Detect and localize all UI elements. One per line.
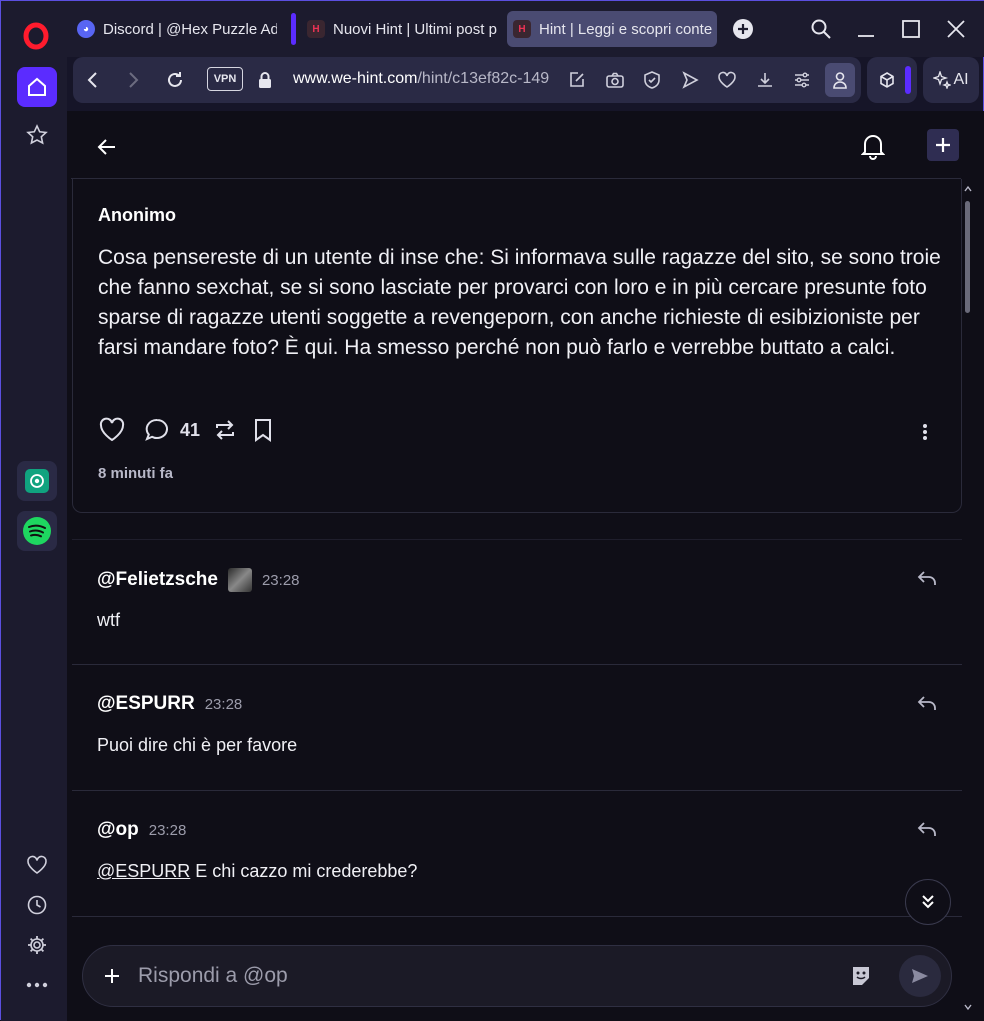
ai-button-label: AI [953, 71, 968, 89]
settings-gear-icon[interactable] [17, 925, 57, 965]
reply-icon[interactable] [916, 693, 938, 715]
chatgpt-icon[interactable] [17, 461, 57, 501]
post-timestamp: 8 minuti fa [98, 465, 173, 482]
new-tab-button[interactable] [731, 17, 755, 41]
url-host: www.we-hint.com [293, 70, 417, 87]
post-actions: 41 [98, 415, 274, 445]
easy-setup-icon[interactable] [790, 68, 814, 92]
page-header [71, 119, 961, 179]
double-chevron-down-icon [919, 893, 937, 911]
reply-composer [82, 945, 952, 1007]
back-arrow-icon[interactable] [95, 135, 119, 159]
comment-text: wtf [97, 610, 120, 631]
discord-icon: ◕ [77, 20, 95, 38]
scroll-down-arrow-icon[interactable] [964, 1003, 972, 1011]
comment-header: @ESPURR 23:28 [97, 693, 242, 715]
home-icon[interactable] [17, 67, 57, 107]
forward-icon[interactable] [121, 68, 145, 92]
comment-bubble-icon[interactable] [144, 417, 170, 443]
more-dots-icon[interactable] [17, 965, 57, 1005]
tab-bar: ◕ Discord | @Hex Puzzle Ad H Nuovi Hint … [1, 1, 984, 57]
attach-plus-icon[interactable] [103, 967, 121, 985]
notification-bell-icon[interactable] [861, 132, 885, 160]
minimize-icon[interactable] [854, 17, 878, 41]
comment-count: 41 [180, 420, 200, 441]
lock-icon[interactable] [253, 68, 277, 92]
comment-item: @op 23:28 @ESPURR E chi cazzo mi credere… [72, 791, 962, 917]
reply-icon[interactable] [916, 819, 938, 841]
opera-logo-icon[interactable] [21, 21, 51, 51]
comment-username[interactable]: @Felietzsche [97, 569, 218, 591]
close-window-icon[interactable] [944, 17, 968, 41]
plus-icon [934, 136, 952, 154]
post-text: Cosa pensereste di un utente di inse che… [98, 243, 948, 363]
bookmark-icon[interactable] [252, 417, 274, 443]
hint-icon: H [307, 20, 325, 38]
page-scrollbar[interactable] [963, 185, 973, 1015]
like-heart-icon[interactable] [98, 417, 126, 443]
comment-username[interactable]: @op [97, 819, 139, 841]
scroll-to-bottom-button[interactable] [905, 879, 951, 925]
ai-button[interactable]: AI [923, 57, 979, 103]
history-clock-icon[interactable] [17, 885, 57, 925]
profile-icon[interactable] [825, 63, 855, 97]
reply-input[interactable] [138, 960, 818, 992]
repost-icon[interactable] [212, 417, 238, 443]
sidebar [1, 57, 67, 1021]
hint-icon: H [513, 20, 531, 38]
new-post-button[interactable] [927, 129, 959, 161]
extension-accent-bar [905, 66, 911, 94]
url-path: /hint/c13ef82c-149 [417, 70, 549, 87]
send-icon[interactable] [678, 68, 702, 92]
page-content: Anonimo Cosa pensereste di un utente di … [67, 111, 984, 1021]
tab-hint-active[interactable]: H Hint | Leggi e scopri conte [507, 11, 717, 47]
url-field[interactable]: www.we-hint.com/hint/c13ef82c-149 [293, 70, 553, 88]
download-icon[interactable] [753, 68, 777, 92]
shield-check-icon[interactable] [640, 68, 664, 92]
send-button[interactable] [899, 955, 941, 997]
spotify-icon[interactable] [17, 511, 57, 551]
search-tabs-icon[interactable] [809, 17, 833, 41]
extensions-cube-icon[interactable] [875, 68, 899, 92]
comment-time: 23:28 [262, 572, 300, 589]
camera-icon[interactable] [603, 68, 627, 92]
comment-header: @op 23:28 [97, 819, 186, 841]
extensions-group [867, 57, 917, 103]
comment-item: @ESPURR 23:28 Puoi dire chi è per favore [72, 665, 962, 791]
post-card: Anonimo Cosa pensereste di un utente di … [72, 179, 962, 513]
comment-time: 23:28 [149, 822, 187, 839]
heart-icon[interactable] [17, 845, 57, 885]
comment-text: Puoi dire chi è per favore [97, 735, 297, 756]
user-avatar [228, 568, 252, 592]
comment-header: @Felietzsche 23:28 [97, 568, 300, 592]
comment-username[interactable]: @ESPURR [97, 693, 195, 715]
post-author: Anonimo [98, 205, 176, 226]
tab-separator [291, 13, 296, 45]
tab-nuovi-hint[interactable]: H Nuovi Hint | Ultimi post p [301, 11, 501, 47]
scroll-up-arrow-icon[interactable] [964, 185, 972, 193]
vpn-badge[interactable]: VPN [207, 67, 243, 91]
comment-text-body: E chi cazzo mi crederebbe? [190, 861, 417, 881]
reload-icon[interactable] [163, 68, 187, 92]
tab-discord[interactable]: ◕ Discord | @Hex Puzzle Ad [71, 11, 277, 47]
address-bar: VPN www.we-hint.com/hint/c13ef82c-149 [73, 57, 861, 103]
reply-icon[interactable] [916, 568, 938, 590]
sticker-emoji-icon[interactable] [849, 964, 873, 988]
user-mention-link[interactable]: @ESPURR [97, 861, 190, 881]
edit-page-icon[interactable] [565, 68, 589, 92]
comment-time: 23:28 [205, 696, 243, 713]
sparkle-icon [933, 71, 951, 89]
send-arrow-icon [910, 966, 930, 986]
comment-item: @Felietzsche 23:28 wtf [72, 539, 962, 665]
back-icon[interactable] [81, 68, 105, 92]
heart-bookmark-icon[interactable] [715, 68, 739, 92]
browser-window: { "tabs": [ {"label": "Discord | @Hex Pu… [0, 0, 984, 1020]
comment-text: @ESPURR E chi cazzo mi crederebbe? [97, 861, 417, 882]
maximize-icon[interactable] [899, 17, 923, 41]
star-icon[interactable] [17, 115, 57, 155]
scrollbar-thumb[interactable] [965, 201, 970, 313]
more-options-icon[interactable] [922, 423, 928, 441]
